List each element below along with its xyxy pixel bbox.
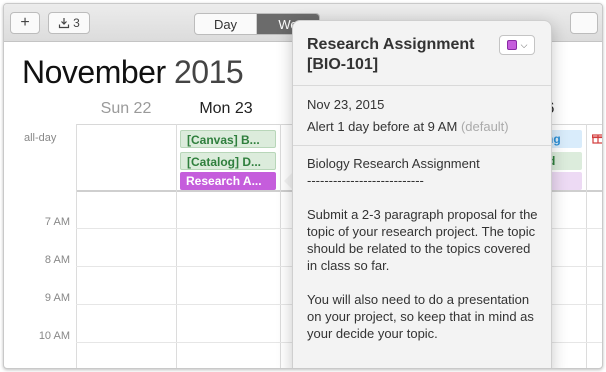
allday-label: all-day — [24, 132, 57, 144]
download-tray-icon — [59, 18, 70, 29]
tab-day[interactable]: Day — [195, 14, 257, 34]
time-label: 9 AM — [44, 292, 70, 304]
search-button[interactable] — [570, 12, 598, 34]
column-divider — [280, 124, 281, 368]
page-title: November 2015 — [22, 54, 244, 91]
event-date[interactable]: Nov 23, 2015 — [307, 97, 384, 112]
alert-text: Alert 1 day before at 9 AM — [307, 119, 458, 134]
column-divider — [176, 124, 177, 368]
year-label: 2015 — [174, 54, 244, 90]
allday-event[interactable]: [Catalog] D... — [180, 152, 276, 170]
event-notes[interactable]: Biology Research Assignment ------------… — [307, 155, 543, 342]
calendar-color-picker[interactable]: ⌵ — [499, 35, 535, 55]
gift-icon-shape — [591, 134, 602, 144]
calendar-window: + 3 Day We November 2015 Sun 22 Mon 23 6… — [3, 3, 603, 369]
divider — [293, 145, 551, 146]
column-divider — [586, 124, 587, 368]
column-divider — [76, 124, 77, 368]
calendar-swatch — [506, 40, 517, 50]
gift-icon[interactable] — [591, 132, 602, 146]
time-label: 8 AM — [44, 254, 70, 266]
time-label: 10 AM — [38, 330, 70, 342]
time-label: 7 AM — [44, 216, 70, 228]
day-header-mon[interactable]: Mon 23 — [176, 100, 276, 118]
alert-default-label: (default) — [460, 119, 509, 134]
allday-event-selected[interactable]: Research A... — [180, 172, 276, 190]
event-alert[interactable]: Alert 1 day before at 9 AM (default) — [307, 119, 509, 134]
plus-icon: + — [20, 14, 30, 31]
divider — [293, 85, 551, 86]
inbox-button[interactable]: 3 — [48, 12, 90, 34]
event-title-line2: [BIO-101] — [307, 56, 379, 73]
event-popover: Research Assignment [BIO-101] ⌵ Nov 23, … — [292, 20, 552, 368]
month-label: November — [22, 54, 166, 90]
chevron-down-icon: ⌵ — [520, 39, 528, 50]
allday-event[interactable]: [Canvas] B... — [180, 130, 276, 148]
inbox-count: 3 — [73, 16, 80, 30]
add-event-button[interactable]: + — [10, 12, 40, 34]
event-title[interactable]: Research Assignment [BIO-101] — [307, 35, 493, 75]
day-header-sun[interactable]: Sun 22 — [76, 100, 176, 118]
event-title-line1: Research Assignment — [307, 36, 475, 53]
